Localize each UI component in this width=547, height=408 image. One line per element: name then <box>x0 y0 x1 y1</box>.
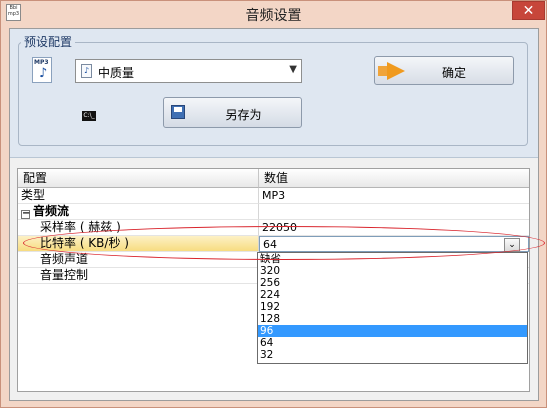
dropdown-option-highlighted[interactable]: 96 <box>258 325 527 337</box>
table-row-type[interactable]: 类型 MP3 <box>18 188 529 204</box>
dropdown-option[interactable]: 256 <box>258 277 527 289</box>
dropdown-option[interactable]: 320 <box>258 265 527 277</box>
close-button[interactable]: ✕ <box>512 1 545 20</box>
collapse-icon[interactable]: − <box>21 209 30 219</box>
table-row-audio-stream[interactable]: − 音频流 <box>18 204 529 220</box>
preset-dropdown[interactable]: ♪ 中质量 ▼ <box>75 59 302 83</box>
console-icon: C:\_ <box>82 111 96 121</box>
dropdown-option[interactable]: 缺省 <box>258 253 527 265</box>
window-title: 音频设置 <box>245 8 302 24</box>
preset-file-icon: ♪ <box>81 64 92 78</box>
row-label: 音频声道 <box>18 252 259 268</box>
bitrate-dropdown-button[interactable]: ⌄ <box>504 238 520 252</box>
dropdown-option[interactable]: 32 <box>258 349 527 361</box>
row-label-group: − 音频流 <box>18 204 259 220</box>
row-value: MP3 <box>259 188 529 204</box>
dropdown-option[interactable]: 64 <box>258 337 527 349</box>
row-label: 音频流 <box>33 204 70 218</box>
row-label: 采样率 ( 赫兹 ) <box>18 220 259 236</box>
table-row-sample-rate[interactable]: 采样率 ( 赫兹 ) 22050 <box>18 220 529 236</box>
confirm-button-label: 确定 <box>441 66 466 80</box>
bitrate-dropdown-list[interactable]: 缺省 320 256 224 192 128 96 64 32 <box>257 252 528 364</box>
dropdown-option[interactable]: 128 <box>258 313 527 325</box>
music-note-icon: ♪ <box>39 66 48 81</box>
save-as-button-label: 另存为 <box>225 108 262 122</box>
chevron-down-icon[interactable]: ▼ <box>289 64 297 75</box>
table-row-bitrate[interactable]: 比特率 ( KB/秒 ) 64 <box>18 236 529 252</box>
row-label: 音量控制 <box>18 268 259 284</box>
row-label: 比特率 ( KB/秒 ) <box>18 236 259 252</box>
preset-panel: 预设配置 MP3 ♪ ♪ 中质量 ▼ 确定 C:\_ 另存为 <box>10 29 538 158</box>
dropdown-option[interactable]: 224 <box>258 289 527 301</box>
confirm-button[interactable]: 确定 <box>374 56 514 85</box>
column-header-config[interactable]: 配置 <box>18 169 259 188</box>
preset-group-label: 预设配置 <box>21 33 76 50</box>
title-bar[interactable]: Bbi mp3 音频设置 ✕ <box>1 1 546 27</box>
mp3-file-icon: MP3 ♪ <box>32 57 52 83</box>
column-header-value[interactable]: 数值 <box>259 169 529 188</box>
row-value <box>259 204 529 220</box>
mp3-icon-label: MP3 <box>34 59 49 66</box>
row-value: 22050 <box>259 220 529 236</box>
bitrate-value-field[interactable]: 64 <box>259 236 529 252</box>
audio-settings-window: Bbi mp3 音频设置 ✕ 预设配置 MP3 ♪ ♪ 中质量 ▼ 确定 C:\… <box>0 0 547 408</box>
dropdown-option[interactable]: 192 <box>258 301 527 313</box>
preset-selected-value: 中质量 <box>98 66 135 80</box>
save-as-button[interactable]: 另存为 <box>163 97 302 128</box>
row-label: 类型 <box>18 188 259 204</box>
